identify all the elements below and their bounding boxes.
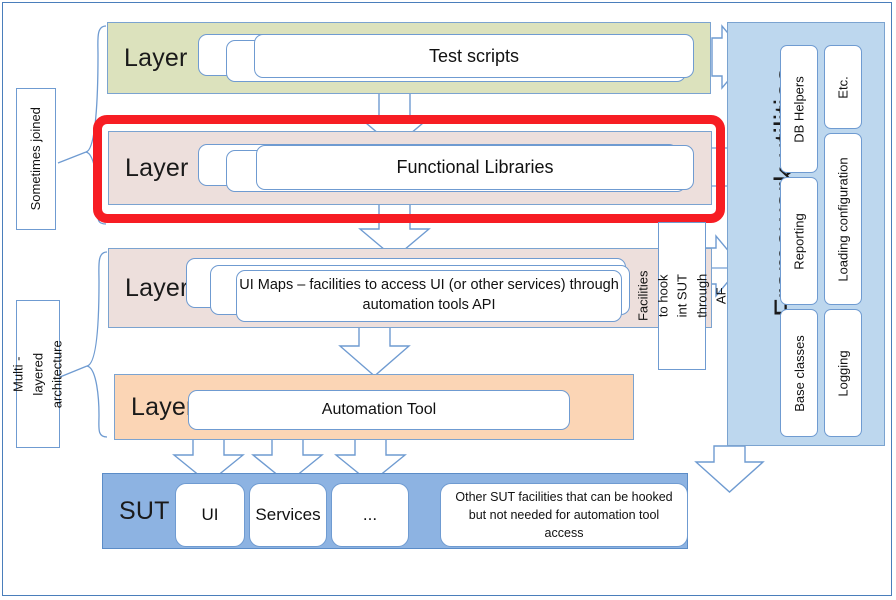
framework-chip-db-helpers-label: DB Helpers: [791, 75, 807, 143]
callout-multi-layered-architecture: Multi - layered architecture: [11, 300, 65, 448]
sut-block-ui[interactable]: UI: [175, 483, 245, 547]
callout-facilities-hook-label: Facilities to hook int SUT through AF: [635, 270, 729, 322]
sut-block-ellipsis[interactable]: ...: [331, 483, 409, 547]
framework-chip-db-helpers[interactable]: DB Helpers: [780, 45, 818, 173]
framework-chip-logging[interactable]: Logging: [824, 309, 862, 437]
ui-maps-card[interactable]: UI Maps – facilities to access UI (or ot…: [236, 270, 622, 322]
framework-chip-base-classes[interactable]: Base classes: [780, 309, 818, 437]
framework-chip-loading-configuration[interactable]: Loading configuration: [824, 133, 862, 305]
framework-utilities-panel: Framework utilities DB Helpers Reporting…: [727, 22, 885, 446]
framework-chip-reporting[interactable]: Reporting: [780, 177, 818, 305]
red-highlight-box: [93, 115, 725, 223]
callout-facilities-hook: Facilities to hook int SUT through AF: [635, 222, 728, 370]
callout-multi-layered-architecture-label: Multi - layered architecture: [10, 340, 65, 408]
sut-label: SUT: [119, 496, 170, 525]
automation-tool-card[interactable]: Automation Tool: [188, 390, 570, 430]
framework-chip-loading-configuration-label: Loading configuration: [835, 156, 851, 282]
sut-block-other-facilities: Other SUT facilities that can be hooked …: [440, 483, 688, 547]
framework-chip-etc-label: Etc.: [835, 75, 851, 99]
layer-label-ui-maps: Layer: [125, 273, 189, 302]
sut-block-services[interactable]: Services: [249, 483, 327, 547]
test-scripts-card[interactable]: Test scripts: [254, 34, 694, 78]
framework-chip-base-classes-label: Base classes: [791, 334, 807, 412]
diagram-canvas: Layer Test scripts Layer Functional Libr…: [0, 0, 896, 600]
layer-label-test-scripts: Layer: [124, 43, 188, 72]
framework-chip-etc[interactable]: Etc.: [824, 45, 862, 129]
layer-label-automation-tool: Layer: [131, 392, 195, 421]
callout-sometimes-joined: Sometimes joined: [16, 88, 56, 230]
framework-chip-reporting-label: Reporting: [791, 212, 807, 270]
framework-chip-logging-label: Logging: [835, 349, 851, 397]
callout-sometimes-joined-label: Sometimes joined: [28, 107, 44, 211]
